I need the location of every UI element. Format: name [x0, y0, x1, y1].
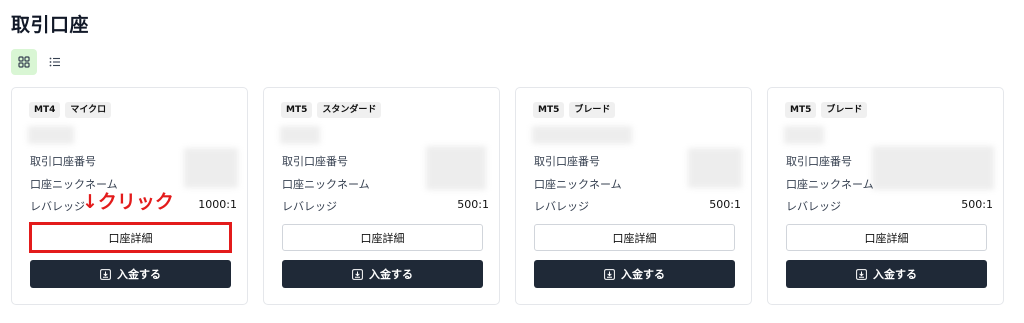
- card-badges: MT5 ブレード: [785, 102, 868, 118]
- deposit-button-label: 入金する: [873, 268, 917, 281]
- highlight-box: [29, 222, 232, 253]
- account-detail-button[interactable]: 口座詳細: [786, 224, 987, 251]
- nickname-label: 口座ニックネーム: [30, 178, 118, 191]
- deposit-button[interactable]: 入金する: [30, 260, 231, 288]
- click-annotation: ↓クリック: [82, 191, 174, 213]
- redacted-account-name: [532, 126, 632, 144]
- platform-badge: MT5: [533, 102, 565, 118]
- page-title: 取引口座: [11, 14, 90, 36]
- leverage-value: 1000:1: [198, 198, 237, 211]
- deposit-button[interactable]: 入金する: [786, 260, 987, 288]
- leverage-label: レバレッジ: [534, 200, 589, 213]
- grid-view-button[interactable]: [11, 49, 37, 75]
- list-icon: [49, 57, 60, 67]
- account-type-badge: ブレード: [569, 102, 616, 118]
- redacted-account-name: [280, 126, 320, 144]
- card-badges: MT5 ブレード: [533, 102, 616, 118]
- list-view-button[interactable]: [42, 49, 68, 75]
- redacted-account-info: [184, 148, 238, 188]
- card-badges: MT5 スタンダード: [281, 102, 382, 118]
- leverage-label: レバレッジ: [786, 200, 841, 213]
- nickname-label: 口座ニックネーム: [534, 178, 622, 191]
- account-number-label: 取引口座番号: [30, 155, 96, 168]
- leverage-value: 500:1: [961, 198, 993, 211]
- account-detail-button[interactable]: 口座詳細: [534, 224, 735, 251]
- leverage-label: レバレッジ: [30, 200, 85, 213]
- deposit-button[interactable]: 入金する: [534, 260, 735, 288]
- account-cards: MT4 マイクロ 取引口座番号 口座ニックネーム レバレッジ 1000:1 口座…: [11, 87, 1004, 305]
- account-card: MT5 ブレード 取引口座番号 口座ニックネーム レバレッジ 500:1 口座詳…: [767, 87, 1004, 305]
- leverage-value: 500:1: [457, 198, 489, 211]
- account-card: MT5 ブレード 取引口座番号 口座ニックネーム レバレッジ 500:1 口座詳…: [515, 87, 752, 305]
- download-icon: [100, 268, 111, 280]
- grid-icon: [18, 56, 30, 68]
- account-type-badge: スタンダード: [317, 102, 382, 118]
- leverage-value: 500:1: [709, 198, 741, 211]
- card-badges: MT4 マイクロ: [29, 102, 112, 118]
- view-toggle: [11, 49, 68, 75]
- deposit-button-label: 入金する: [117, 268, 161, 281]
- down-arrow-icon: ↓: [82, 191, 98, 213]
- download-icon: [352, 268, 363, 280]
- account-number-label: 取引口座番号: [534, 155, 600, 168]
- download-icon: [604, 268, 615, 280]
- platform-badge: MT5: [785, 102, 817, 118]
- redacted-account-name: [28, 126, 74, 144]
- platform-badge: MT5: [281, 102, 313, 118]
- redacted-account-info: [872, 146, 994, 190]
- redacted-account-info: [688, 148, 742, 188]
- deposit-button-label: 入金する: [621, 268, 665, 281]
- redacted-account-info: [426, 146, 486, 190]
- account-card: MT5 スタンダード 取引口座番号 口座ニックネーム レバレッジ 500:1 口…: [263, 87, 500, 305]
- nickname-label: 口座ニックネーム: [786, 178, 874, 191]
- account-number-label: 取引口座番号: [786, 155, 852, 168]
- account-type-badge: ブレード: [821, 102, 868, 118]
- account-type-badge: マイクロ: [65, 102, 112, 118]
- account-card: MT4 マイクロ 取引口座番号 口座ニックネーム レバレッジ 1000:1 口座…: [11, 87, 248, 305]
- deposit-button-label: 入金する: [369, 268, 413, 281]
- account-detail-button[interactable]: 口座詳細: [282, 224, 483, 251]
- leverage-label: レバレッジ: [282, 200, 337, 213]
- deposit-button[interactable]: 入金する: [282, 260, 483, 288]
- click-annotation-text: クリック: [97, 191, 174, 213]
- platform-badge: MT4: [29, 102, 61, 118]
- nickname-label: 口座ニックネーム: [282, 178, 370, 191]
- redacted-account-name: [784, 126, 824, 144]
- account-number-label: 取引口座番号: [282, 155, 348, 168]
- download-icon: [856, 268, 867, 280]
